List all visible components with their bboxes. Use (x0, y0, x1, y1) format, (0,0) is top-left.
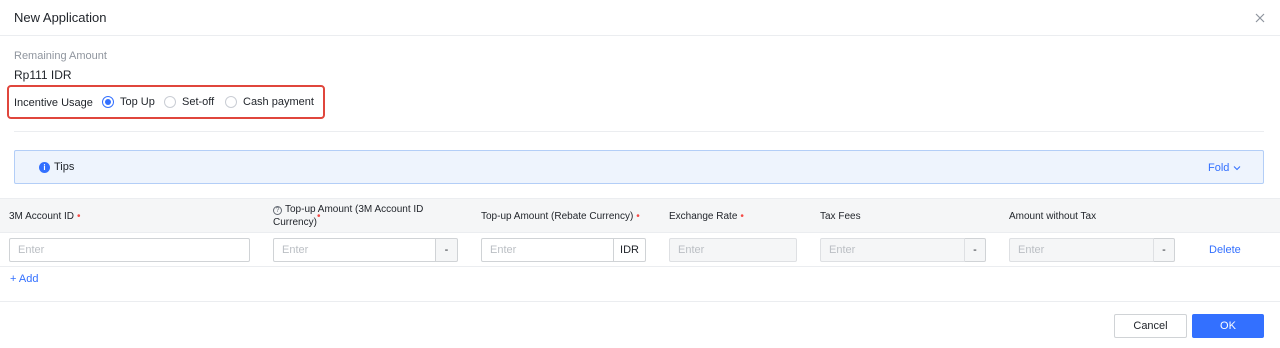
col-header-account-id: 3M Account ID • (9, 211, 81, 222)
col-header-topup-3m: ? Top-up Amount (3M Account ID Currency) (273, 204, 424, 228)
required-mark: • (636, 211, 640, 222)
radio-cash-payment[interactable]: Cash payment (225, 96, 314, 108)
required-mark: • (740, 211, 744, 222)
remaining-amount-label: Remaining Amount (14, 50, 107, 62)
radio-unchecked-icon (164, 96, 176, 108)
dialog-header: New Application (0, 0, 1280, 36)
radio-cash-payment-label: Cash payment (243, 96, 314, 108)
col-header-amount-without-tax: Amount without Tax (1009, 211, 1097, 222)
footer-divider (0, 301, 1280, 302)
topup-3m-currency-addon: - (436, 238, 458, 262)
topup-3m-input[interactable]: Enter (273, 238, 436, 262)
info-icon: i (39, 162, 50, 173)
tips-panel: i Tips Fold (14, 150, 1264, 184)
col-header-exchange-rate: Exchange Rate • (669, 211, 744, 222)
section-divider (14, 131, 1264, 132)
radio-top-up-label: Top Up (120, 96, 155, 108)
fold-label: Fold (1208, 162, 1230, 174)
radio-set-off[interactable]: Set-off (164, 96, 214, 108)
col-header-tax-fees: Tax Fees (820, 211, 861, 222)
incentive-usage-label: Incentive Usage (14, 97, 93, 109)
fold-toggle[interactable]: Fold (1208, 162, 1241, 174)
tax-fees-input[interactable]: Enter (820, 238, 965, 262)
tips-label: Tips (54, 161, 75, 173)
account-id-input[interactable]: Enter (9, 238, 250, 262)
amount-without-tax-addon: - (1154, 238, 1175, 262)
exchange-rate-input[interactable]: Enter (669, 238, 797, 262)
delete-row-button[interactable]: Delete (1209, 244, 1241, 256)
table-header: 3M Account ID • ? Top-up Amount (3M Accoun… (0, 198, 1280, 233)
remaining-amount-value: Rp111 IDR (14, 68, 72, 82)
rebate-currency-addon: IDR (614, 238, 646, 262)
radio-checked-icon (102, 96, 114, 108)
add-row-button[interactable]: + Add (10, 273, 38, 285)
radio-unchecked-icon (225, 96, 237, 108)
col-header-topup-rebate: Top-up Amount (Rebate Currency) • (481, 211, 640, 222)
radio-set-off-label: Set-off (182, 96, 215, 108)
help-icon[interactable]: ? (273, 206, 282, 215)
dialog-title: New Application (14, 10, 107, 25)
chevron-down-icon (1234, 166, 1241, 171)
tax-fees-addon: - (965, 238, 986, 262)
topup-rebate-input[interactable]: Enter (481, 238, 614, 262)
required-mark: • (317, 211, 321, 222)
ok-button[interactable]: OK (1192, 314, 1264, 338)
required-mark: • (77, 211, 81, 222)
close-icon[interactable] (1253, 11, 1267, 25)
amount-without-tax-input[interactable]: Enter (1009, 238, 1154, 262)
cancel-button[interactable]: Cancel (1114, 314, 1187, 338)
radio-top-up[interactable]: Top Up (102, 96, 155, 108)
